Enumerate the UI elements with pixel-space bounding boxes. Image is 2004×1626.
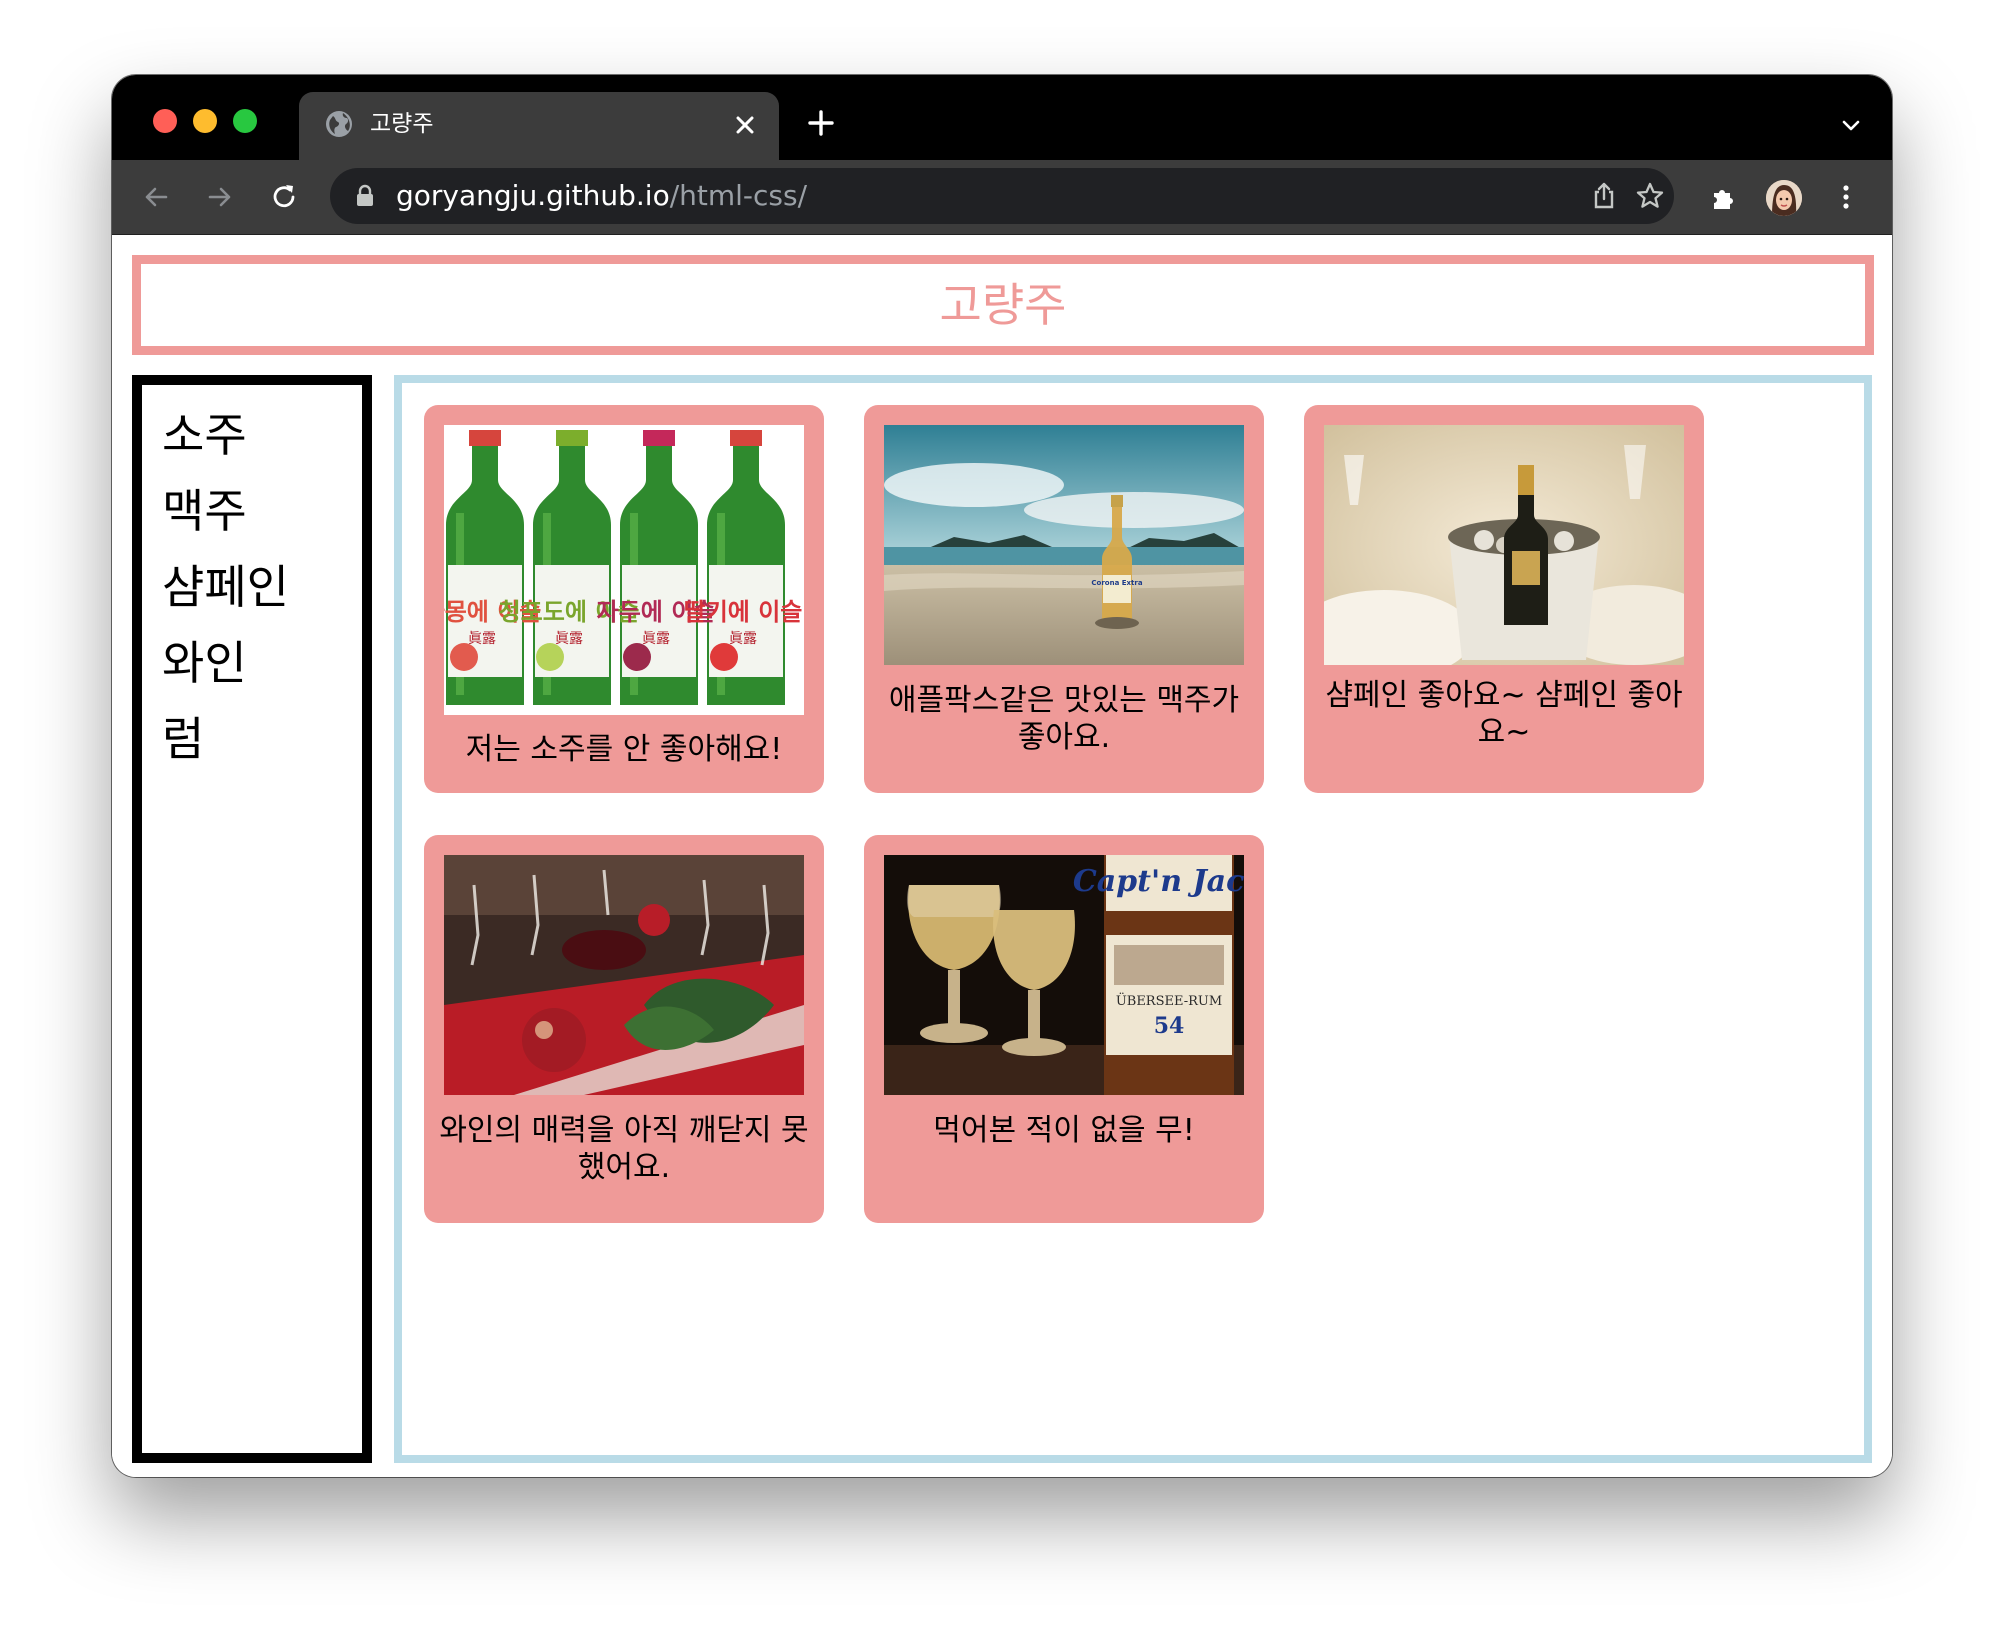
card-caption: 먹어본 적이 없을 무! [933,1113,1195,1148]
corona-label: Corona Extra [1091,579,1142,587]
url-path: /html-css/ [669,179,808,212]
wine-table-illustration [444,855,804,1095]
soju-brand-1: 眞露 [468,631,496,647]
url-text[interactable]: goryangju.github.io/html-css/ [396,179,807,213]
rum-illustration: Capt'n Jack ÜBERSEE-RUM 54 [884,855,1244,1095]
browser-toolbar: goryangju.github.io/html-css/ [112,160,1892,235]
nav-item-champagne[interactable]: 샴페인 [162,559,289,615]
lock-icon[interactable] [354,184,376,208]
card-caption: 저는 소주를 안 좋아해요! [465,732,783,767]
soju-label-4: 딸기에 이슬 [684,598,803,626]
reload-icon[interactable] [268,181,300,213]
nav-item-beer[interactable]: 맥주 [162,483,247,539]
card-wine[interactable]: 와인의 매력을 아직 깨닫지 못했어요. [424,835,824,1223]
close-icon[interactable] [730,110,760,140]
champagne-image [1324,425,1684,665]
nav-item-rum[interactable]: 럼 [162,711,204,767]
tab-strip: 고량주 [112,75,1892,160]
card-caption: 와인의 매력을 아직 깨닫지 못했어요. [439,1113,809,1185]
rum-number: 54 [1154,1013,1185,1039]
star-icon[interactable] [1634,180,1666,212]
browser-window: 고량주 goryangju.github.io/html-css/ 고량주 소주… [112,75,1892,1477]
back-arrow-icon[interactable] [140,181,172,213]
card-rum[interactable]: Capt'n Jack ÜBERSEE-RUM 54 먹어본 적이 없을 무! [864,835,1264,1223]
card-soju[interactable]: 자몽에 이슬 청포도에 이슬 자두에 이슬 딸기에 이슬 眞露 眞露 眞露 眞露 [424,405,824,793]
wine-image [444,855,804,1095]
url-host: goryangju.github.io [396,179,670,212]
soju-image: 자몽에 이슬 청포도에 이슬 자두에 이슬 딸기에 이슬 眞露 眞露 眞露 眞露 [444,425,804,715]
puzzle-icon[interactable] [1708,181,1740,213]
soju-bottles-illustration: 자몽에 이슬 청포도에 이슬 자두에 이슬 딸기에 이슬 眞露 眞露 眞露 眞露 [444,425,804,715]
plus-icon[interactable] [806,108,836,138]
screenshot-stage: 고량주 goryangju.github.io/html-css/ 고량주 소주… [0,0,2004,1626]
site-header: 고량주 [132,255,1874,355]
close-window-button[interactable] [153,109,177,133]
more-vert-icon[interactable] [1830,181,1862,213]
beer-on-beach-illustration: Corona Extra [884,425,1244,665]
profile-face-icon [1766,180,1802,216]
share-icon[interactable] [1588,180,1620,212]
site-title: 고량주 [939,278,1067,332]
beer-image: Corona Extra [884,425,1244,665]
soju-brand-4: 眞露 [729,631,757,647]
card-caption: 애플팍스같은 맛있는 맥주가 좋아요. [888,683,1240,755]
browser-tab[interactable]: 고량주 [299,92,779,160]
rum-subtitle: ÜBERSEE-RUM [1116,992,1222,1009]
soju-brand-2: 眞露 [555,631,583,647]
zoom-window-button[interactable] [233,109,257,133]
rum-brand: Capt'n Jack [1073,864,1244,899]
card-beer[interactable]: Corona Extra 애플팍스같은 맛있는 맥주가 좋아요. [864,405,1264,793]
soju-brand-3: 眞露 [642,631,670,647]
champagne-illustration [1324,425,1684,665]
card-champagne[interactable]: 샴페인 좋아요~ 샴페인 좋아요~ [1304,405,1704,793]
forward-arrow-icon[interactable] [204,181,236,213]
avatar[interactable] [1766,180,1802,216]
nav-item-wine[interactable]: 와인 [162,635,247,691]
nav-item-soju[interactable]: 소주 [162,407,247,463]
category-nav: 소주 맥주 샴페인 와인 럼 [132,375,372,1463]
card-caption: 샴페인 좋아요~ 샴페인 좋아요~ [1325,678,1683,750]
web-page: 고량주 소주 맥주 샴페인 와인 럼 몽에 이슬 청포도에 이슬 자두에 이슬 … [112,235,1892,1477]
minimize-window-button[interactable] [193,109,217,133]
chevron-down-icon[interactable] [1839,113,1863,137]
tab-title: 고량주 [370,111,434,137]
globe-icon [326,111,352,137]
rum-image: Capt'n Jack ÜBERSEE-RUM 54 [884,855,1244,1095]
address-bar[interactable]: goryangju.github.io/html-css/ [330,168,1674,224]
card-grid: 자몽에 이슬 청포도에 이슬 자두에 이슬 딸기에 이슬 眞露 眞露 眞露 眞露 [394,375,1872,1463]
